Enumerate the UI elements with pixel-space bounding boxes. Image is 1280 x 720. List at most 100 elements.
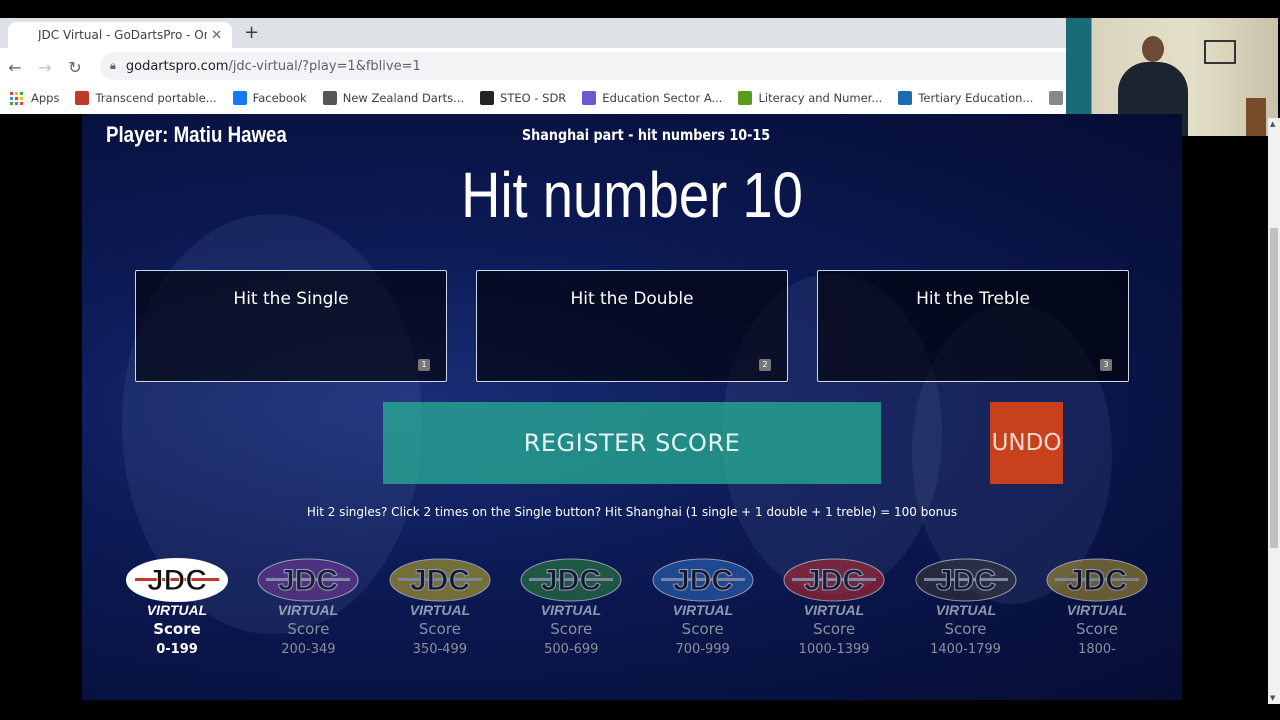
tab-title: JDC Virtual - GoDartsPro - Online <box>38 28 207 42</box>
player-name: Player: Matiu Hawea <box>106 122 287 147</box>
svg-text:JDC: JDC <box>804 564 864 597</box>
bookmark-item[interactable]: Transcend portable... <box>75 91 217 105</box>
level-badge: JDC VIRTUAL Score 500-699 <box>516 558 626 657</box>
jdc-virtual-logo: JDC VIRTUAL <box>782 558 886 618</box>
svg-text:JDC: JDC <box>673 564 733 597</box>
level-score-label: Score <box>681 620 724 638</box>
level-badge: JDC VIRTUAL Score 1000-1399 <box>779 558 889 657</box>
level-badge: JDC VIRTUAL Score 1400-1799 <box>911 558 1021 657</box>
svg-text:JDC: JDC <box>1067 564 1127 597</box>
scroll-up-icon[interactable]: ▲ <box>1270 120 1275 128</box>
svg-text:VIRTUAL: VIRTUAL <box>278 602 338 618</box>
hint-text: Hit 2 singles? Click 2 times on the Sing… <box>306 505 958 519</box>
level-badge: JDC VIRTUAL Score 700-999 <box>648 558 758 657</box>
hit-double-button[interactable]: Hit the Double 2 <box>476 270 788 382</box>
choice-label: Hit the Double <box>570 289 694 309</box>
game-part-title: Shanghai part - hit numbers 10-15 <box>522 126 771 144</box>
level-score-label: Score <box>153 620 201 638</box>
bookmark-label: New Zealand Darts... <box>342 91 465 105</box>
bookmark-item[interactable]: Education Sector A... <box>582 91 722 105</box>
bookmark-label: STEO - SDR <box>500 91 567 105</box>
bookmark-item[interactable]: Tertiary Education... <box>898 91 1033 105</box>
choice-label: Hit the Single <box>233 289 349 309</box>
scrollbar-thumb[interactable] <box>1270 228 1278 548</box>
url-text: godartspro.com/jdc-virtual/?play=1&fbliv… <box>125 58 421 74</box>
bookmark-item[interactable]: STEO - SDR <box>480 91 566 105</box>
svg-text:JDC: JDC <box>410 564 470 597</box>
level-score-range: 200-349 <box>281 642 336 657</box>
svg-text:JDC: JDC <box>936 564 996 597</box>
jdc-virtual-logo: JDC VIRTUAL <box>914 558 1018 618</box>
leaf-icon <box>738 91 753 105</box>
level-score-range: 700-999 <box>675 642 730 657</box>
steo-icon <box>480 91 495 105</box>
level-score-label: Score <box>813 620 856 638</box>
jdc-virtual-logo: JDC VIRTUAL <box>388 558 492 618</box>
jdc-virtual-logo: JDC VIRTUAL <box>125 558 229 618</box>
bookmark-item[interactable]: New Zealand Darts... <box>322 91 465 105</box>
facebook-icon <box>232 91 247 105</box>
browser-tab[interactable]: JDC Virtual - GoDartsPro - Online ✕ <box>8 22 232 48</box>
jdc-virtual-logo: JDC VIRTUAL <box>519 558 623 618</box>
apps-grid-icon <box>10 91 23 105</box>
bookmark-label: Literacy and Numer... <box>758 91 883 105</box>
chair <box>1246 98 1266 136</box>
level-score-range: 1400-1799 <box>930 642 1001 657</box>
bookmark-label: Transcend portable... <box>95 91 217 105</box>
bookmark-label: Facebook <box>252 91 307 105</box>
level-score-range: 1800- <box>1078 642 1116 657</box>
hit-treble-button[interactable]: Hit the Treble 3 <box>817 270 1129 382</box>
bookmark-item[interactable]: Facebook <box>232 91 307 105</box>
scroll-down-icon[interactable]: ▼ <box>1270 694 1275 702</box>
level-score-range: 1000-1399 <box>798 642 870 657</box>
level-score-label: Score <box>944 620 987 638</box>
svg-text:VIRTUAL: VIRTUAL <box>1067 602 1127 618</box>
darts-icon <box>1049 91 1064 105</box>
wall-frame <box>1204 40 1236 64</box>
svg-text:VIRTUAL: VIRTUAL <box>804 602 864 618</box>
level-score-label: Score <box>287 620 330 638</box>
svg-text:JDC: JDC <box>278 564 338 597</box>
address-bar[interactable]: 🔒︎ godartspro.com/jdc-virtual/?play=1&fb… <box>100 52 1100 80</box>
hit-single-button[interactable]: Hit the Single 1 <box>135 270 447 382</box>
forward-icon[interactable]: → <box>30 58 60 77</box>
bookmark-item[interactable]: Apps <box>10 91 59 105</box>
reload-icon[interactable]: ↻ <box>60 58 90 77</box>
svg-text:JDC: JDC <box>147 564 207 597</box>
new-tab-icon[interactable]: + <box>244 22 259 43</box>
bookmark-label: Education Sector A... <box>602 91 723 105</box>
jdc-virtual-logo: JDC VIRTUAL <box>1045 558 1149 618</box>
svg-text:VIRTUAL: VIRTUAL <box>147 602 207 618</box>
game-stage: Player: Matiu Hawea Shanghai part - hit … <box>82 114 1182 700</box>
level-badges: JDC VIRTUAL Score 0-199 JDC VIRTUAL Score 200-3… <box>122 558 1152 657</box>
level-score-range: 500-699 <box>544 642 599 657</box>
svg-text:JDC: JDC <box>541 564 601 597</box>
diamond-icon <box>582 91 597 105</box>
bookmark-label: Tertiary Education... <box>918 91 1034 105</box>
level-badge: JDC VIRTUAL Score 350-499 <box>385 558 495 657</box>
svg-text:VIRTUAL: VIRTUAL <box>935 602 995 618</box>
svg-text:VIRTUAL: VIRTUAL <box>672 602 732 618</box>
choice-label: Hit the Treble <box>916 289 1030 309</box>
st-icon <box>75 91 90 105</box>
level-badge: JDC VIRTUAL Score 1800- <box>1042 558 1152 657</box>
shortcut-key-badge: 2 <box>759 359 771 371</box>
level-score-range: 0-199 <box>156 642 198 657</box>
target-number-heading: Hit number 10 <box>461 159 803 231</box>
shortcut-key-badge: 3 <box>1100 359 1112 371</box>
bookmark-item[interactable]: Literacy and Numer... <box>738 91 882 105</box>
close-tab-icon[interactable]: ✕ <box>211 28 222 43</box>
undo-button[interactable]: UNDO <box>990 402 1063 484</box>
level-score-label: Score <box>550 620 593 638</box>
back-icon[interactable]: ← <box>0 58 30 77</box>
level-badge: JDC VIRTUAL Score 200-349 <box>253 558 363 657</box>
level-score-range: 350-499 <box>412 642 467 657</box>
page-scrollbar[interactable]: ▲ ▼ <box>1268 118 1280 704</box>
globe-icon <box>322 91 337 105</box>
shortcut-key-badge: 1 <box>418 359 430 371</box>
level-score-label: Score <box>1075 620 1118 638</box>
jdc-virtual-logo: JDC VIRTUAL <box>651 558 755 618</box>
register-score-button[interactable]: REGISTER SCORE <box>383 402 881 484</box>
bookmark-label: Apps <box>31 91 60 105</box>
level-badge: JDC VIRTUAL Score 0-199 <box>122 558 232 657</box>
